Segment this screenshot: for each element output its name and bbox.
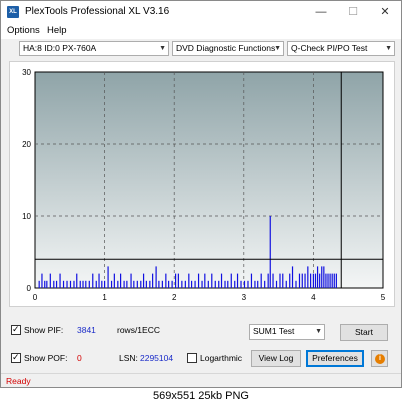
maximize-button[interactable]: ☐ (337, 1, 369, 23)
lsn-label: LSN: (119, 353, 138, 363)
window-title: PlexTools Professional XL V3.16 (25, 6, 170, 17)
chevron-down-icon: ▼ (315, 328, 322, 335)
checkmark-icon: ✓ (12, 352, 20, 362)
chart-svg: 0 10 20 30 0 1 2 3 4 5 (22, 68, 386, 302)
show-pif-checkbox[interactable]: ✓ (11, 324, 21, 335)
x-tick-label: 3 (242, 293, 247, 302)
controls-panel: ✓ Show PIF: 3841 rows/1ECC SUM1 Test ▼ S… (9, 319, 395, 367)
chevron-down-icon: ▼ (274, 45, 281, 52)
info-icon: i (375, 354, 385, 364)
menu-help[interactable]: Help (47, 25, 67, 36)
menu-bar: Options Help (1, 23, 401, 39)
lsn-value: 2295104 (140, 353, 174, 363)
plot-area (34, 71, 384, 289)
sum-test-select[interactable]: SUM1 Test ▼ (249, 324, 325, 340)
show-pof-label: Show POF: (24, 353, 68, 363)
logarithmic-label: Logarthmic (200, 353, 243, 363)
rows-label: rows/1ECC (117, 325, 160, 335)
drive-select[interactable]: HA:8 ID:0 PX-760A ▼ (19, 41, 169, 56)
x-tick-label: 0 (33, 293, 38, 302)
y-tick-label: 20 (22, 140, 31, 149)
function-select[interactable]: DVD Diagnostic Functions ▼ (172, 41, 284, 56)
status-bar: Ready (1, 373, 401, 387)
checkmark-icon: ✓ (12, 324, 20, 334)
x-tick-label: 4 (311, 293, 316, 302)
sum-test-value: SUM1 Test (253, 326, 295, 336)
test-select[interactable]: Q-Check PI/PO Test ▼ (287, 41, 395, 56)
status-text: Ready (6, 376, 31, 386)
chevron-down-icon: ▼ (385, 45, 392, 52)
x-tick-label: 5 (381, 293, 386, 302)
preferences-button[interactable]: Preferences (306, 350, 364, 367)
y-tick-label: 10 (22, 212, 31, 221)
logarithmic-checkbox[interactable] (187, 353, 197, 363)
pi-po-chart: 0 10 20 30 0 1 2 3 4 5 (9, 61, 395, 307)
view-log-button[interactable]: View Log (251, 350, 301, 367)
app-logo-icon: XL (7, 6, 19, 18)
x-tick-label: 2 (172, 293, 177, 302)
y-tick-label: 0 (27, 284, 32, 293)
app-window: XL PlexTools Professional XL V3.16 — ☐ ✕… (0, 0, 402, 388)
minimize-button[interactable]: — (305, 1, 337, 23)
image-caption: 569x551 25kb PNG (0, 388, 402, 404)
test-select-value: Q-Check PI/PO Test (291, 43, 368, 53)
x-tick-label: 1 (102, 293, 107, 302)
pif-value: 3841 (77, 325, 96, 335)
info-button[interactable]: i (371, 350, 388, 367)
start-button[interactable]: Start (340, 324, 388, 341)
drive-select-value: HA:8 ID:0 PX-760A (23, 43, 97, 53)
title-bar[interactable]: XL PlexTools Professional XL V3.16 — ☐ ✕ (1, 1, 401, 23)
y-tick-label: 30 (22, 68, 31, 77)
pof-value: 0 (77, 353, 82, 363)
chevron-down-icon: ▼ (159, 45, 166, 52)
close-button[interactable]: ✕ (369, 1, 401, 23)
menu-options[interactable]: Options (7, 25, 40, 36)
show-pif-label: Show PIF: (24, 325, 64, 335)
show-pof-checkbox[interactable]: ✓ (11, 352, 21, 363)
function-select-value: DVD Diagnostic Functions (176, 43, 276, 53)
